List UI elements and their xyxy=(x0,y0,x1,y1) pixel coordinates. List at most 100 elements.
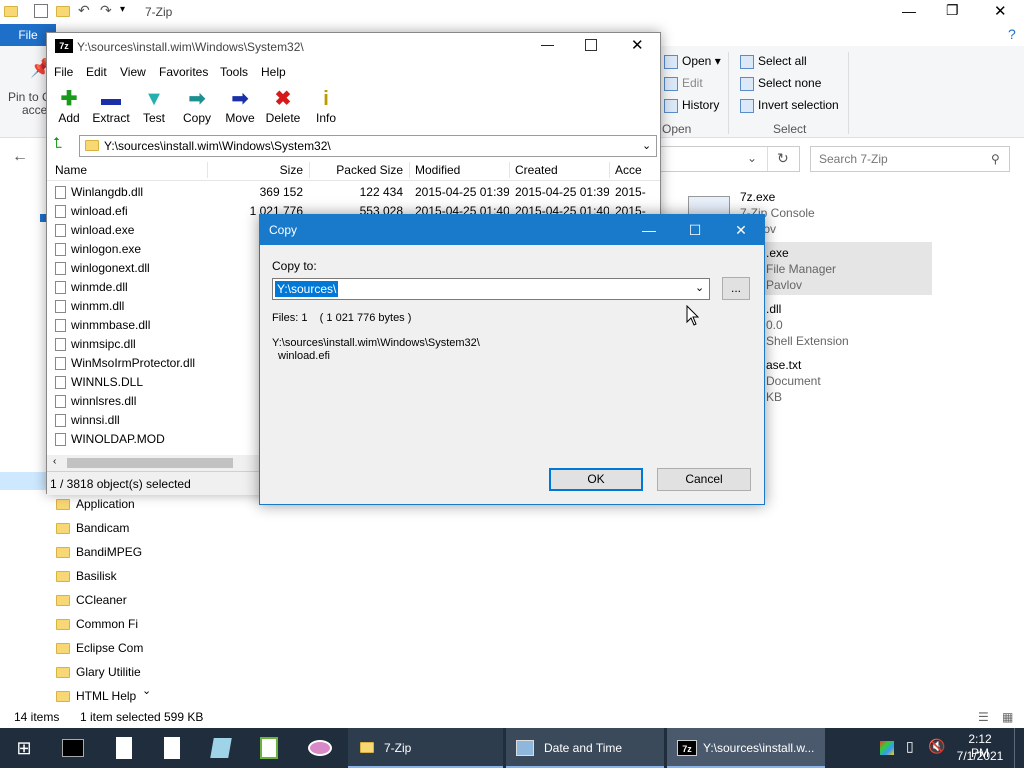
invert-selection-button[interactable]: Invert selection xyxy=(740,98,839,113)
chevron-down-icon[interactable]: ▾ xyxy=(120,4,125,15)
delete-button[interactable]: ✖ Delete xyxy=(261,87,305,125)
browse-button[interactable]: ... xyxy=(722,277,750,300)
chart-app-icon[interactable] xyxy=(260,737,278,759)
minimize-button[interactable]: — xyxy=(541,37,554,52)
open-button[interactable]: Open ▾ xyxy=(664,54,721,69)
ok-button[interactable]: OK xyxy=(549,468,643,491)
copy-button[interactable]: ➡ Copy xyxy=(175,87,219,125)
scrollbar-thumb[interactable] xyxy=(67,458,233,468)
menu-view[interactable]: View xyxy=(120,65,146,79)
chevron-down-icon[interactable]: ⌄ xyxy=(642,136,651,156)
created-cell: 2015-04-25 01:39 xyxy=(515,185,609,199)
clock-date[interactable]: 7/1/2021 xyxy=(954,749,1006,763)
chevron-left-icon[interactable]: ‹ xyxy=(53,456,56,467)
show-desktop-button[interactable] xyxy=(1014,728,1015,768)
menu-tools[interactable]: Tools xyxy=(220,65,248,79)
open-icon xyxy=(664,54,678,69)
accessed-cell: 2015- xyxy=(615,185,646,199)
volume-muted-icon[interactable]: 🔇 xyxy=(928,738,945,755)
sidebar-item[interactable]: Glary Utilitie xyxy=(56,660,156,684)
close-button[interactable]: ✕ xyxy=(718,215,764,245)
paint-icon[interactable] xyxy=(210,738,232,758)
cmd-icon[interactable] xyxy=(62,739,84,757)
sevenzip-menubar: File Edit View Favorites Tools Help xyxy=(47,61,660,83)
table-row[interactable]: Winlangdb.dll 369 152 122 434 2015-04-25 01… xyxy=(47,183,660,202)
col-name[interactable]: Name xyxy=(55,159,87,181)
select-all-button[interactable]: Select all xyxy=(740,54,807,69)
divider xyxy=(767,147,768,171)
sidebar-item[interactable]: Eclipse Com xyxy=(56,636,156,660)
minimize-button[interactable]: — xyxy=(902,3,916,19)
copy-to-value[interactable]: Y:\sources\ xyxy=(275,281,339,297)
extract-button[interactable]: ▬ Extract xyxy=(89,87,133,125)
sevenzip-pathbar: ⮤ Y:\sources\install.wim\Windows\System3… xyxy=(47,131,660,161)
search-input[interactable]: Search 7-Zip ⚲ xyxy=(810,146,1010,172)
sidebar-item[interactable]: BandiMPEG xyxy=(56,540,156,564)
col-size[interactable]: Size xyxy=(207,159,303,181)
address-bar[interactable]: ⌄ ↻ xyxy=(660,146,800,172)
back-arrow-icon[interactable]: ← xyxy=(12,148,28,166)
notepad-icon[interactable] xyxy=(116,737,132,759)
copy-to-combobox[interactable]: Y:\sources\ ⌄ xyxy=(272,278,710,300)
status-size: 599 KB xyxy=(164,710,204,724)
select-none-button[interactable]: Select none xyxy=(740,76,821,91)
new-folder-icon[interactable] xyxy=(56,6,70,17)
file-tile[interactable]: .dll 0.0 Shell Extension xyxy=(766,301,849,349)
history-button[interactable]: History xyxy=(664,98,719,113)
file-tile[interactable]: .exe File Manager Pavlov xyxy=(766,245,836,293)
menu-edit[interactable]: Edit xyxy=(86,65,107,79)
col-modified[interactable]: Modified xyxy=(415,159,460,181)
sidebar-item[interactable]: Basilisk xyxy=(56,564,156,588)
up-folder-icon[interactable]: ⮤ xyxy=(53,135,62,152)
list-header: Name Size Packed Size Modified Created A… xyxy=(47,159,660,181)
menu-help[interactable]: Help xyxy=(261,65,286,79)
sidebar-item[interactable]: Common Fi xyxy=(56,612,156,636)
menu-favorites[interactable]: Favorites xyxy=(159,65,208,79)
info-button[interactable]: i Info xyxy=(304,87,348,125)
properties-icon[interactable] xyxy=(34,4,48,18)
move-button[interactable]: ➡ Move xyxy=(218,87,262,125)
undo-icon[interactable]: ↶ xyxy=(78,2,90,19)
col-packed-size[interactable]: Packed Size xyxy=(309,159,403,181)
folder-icon xyxy=(56,691,70,703)
maximize-button[interactable]: ☐ xyxy=(672,215,718,245)
maximize-button[interactable] xyxy=(585,39,597,51)
menu-file[interactable]: File xyxy=(54,65,73,79)
invert-selection-icon xyxy=(740,98,754,113)
redo-icon[interactable]: ↷ xyxy=(100,2,112,19)
close-button[interactable]: ✕ xyxy=(631,36,644,54)
help-icon[interactable]: ? xyxy=(1008,26,1016,42)
path-combobox[interactable]: Y:\sources\install.wim\Windows\System32\… xyxy=(79,135,657,157)
taskbar-app-7zip[interactable]: 7z Y:\sources\install.w... xyxy=(667,728,825,768)
taskbar-app-datetime[interactable]: Date and Time xyxy=(506,728,664,768)
folder-icon xyxy=(4,6,18,17)
color-icon[interactable] xyxy=(880,741,894,755)
details-view-icon[interactable]: ☰ xyxy=(978,710,989,724)
taskbar-app-explorer[interactable]: 7-Zip xyxy=(348,728,503,768)
chevron-down-icon[interactable]: ⌄ xyxy=(747,151,757,165)
search-icon: ⚲ xyxy=(991,152,1000,166)
sidebar-item[interactable]: CCleaner xyxy=(56,588,156,612)
minimize-button[interactable]: — xyxy=(626,215,672,245)
cancel-button[interactable]: Cancel xyxy=(657,468,751,491)
file-name-cell: winmsipc.dll xyxy=(55,335,205,354)
test-button[interactable]: ▼ Test xyxy=(132,87,176,125)
maximize-button[interactable]: ❐ xyxy=(946,2,959,19)
col-accessed[interactable]: Acce xyxy=(615,159,642,181)
add-button[interactable]: ✚ Add xyxy=(47,87,91,125)
sidebar-item[interactable]: Bandicam xyxy=(56,516,156,540)
refresh-icon[interactable]: ↻ xyxy=(777,150,789,167)
file-tile[interactable]: ase.txt Document KB xyxy=(766,357,821,405)
edit-button[interactable]: Edit xyxy=(664,76,703,91)
chevron-down-icon[interactable]: ⌄ xyxy=(695,281,704,294)
start-button[interactable]: ⊞ xyxy=(0,728,48,768)
document-icon[interactable] xyxy=(164,737,180,759)
chevron-down-icon[interactable]: ⌄ xyxy=(142,684,151,697)
close-button[interactable]: ✕ xyxy=(994,2,1007,20)
pin-label[interactable]: Pin to Q xyxy=(8,90,51,104)
col-created[interactable]: Created xyxy=(515,159,558,181)
file-name-cell: winmm.dll xyxy=(55,297,205,316)
tiles-view-icon[interactable]: ▦ xyxy=(1002,710,1013,724)
tool-icon[interactable] xyxy=(308,740,332,756)
usb-icon[interactable]: ▯ xyxy=(906,738,914,755)
